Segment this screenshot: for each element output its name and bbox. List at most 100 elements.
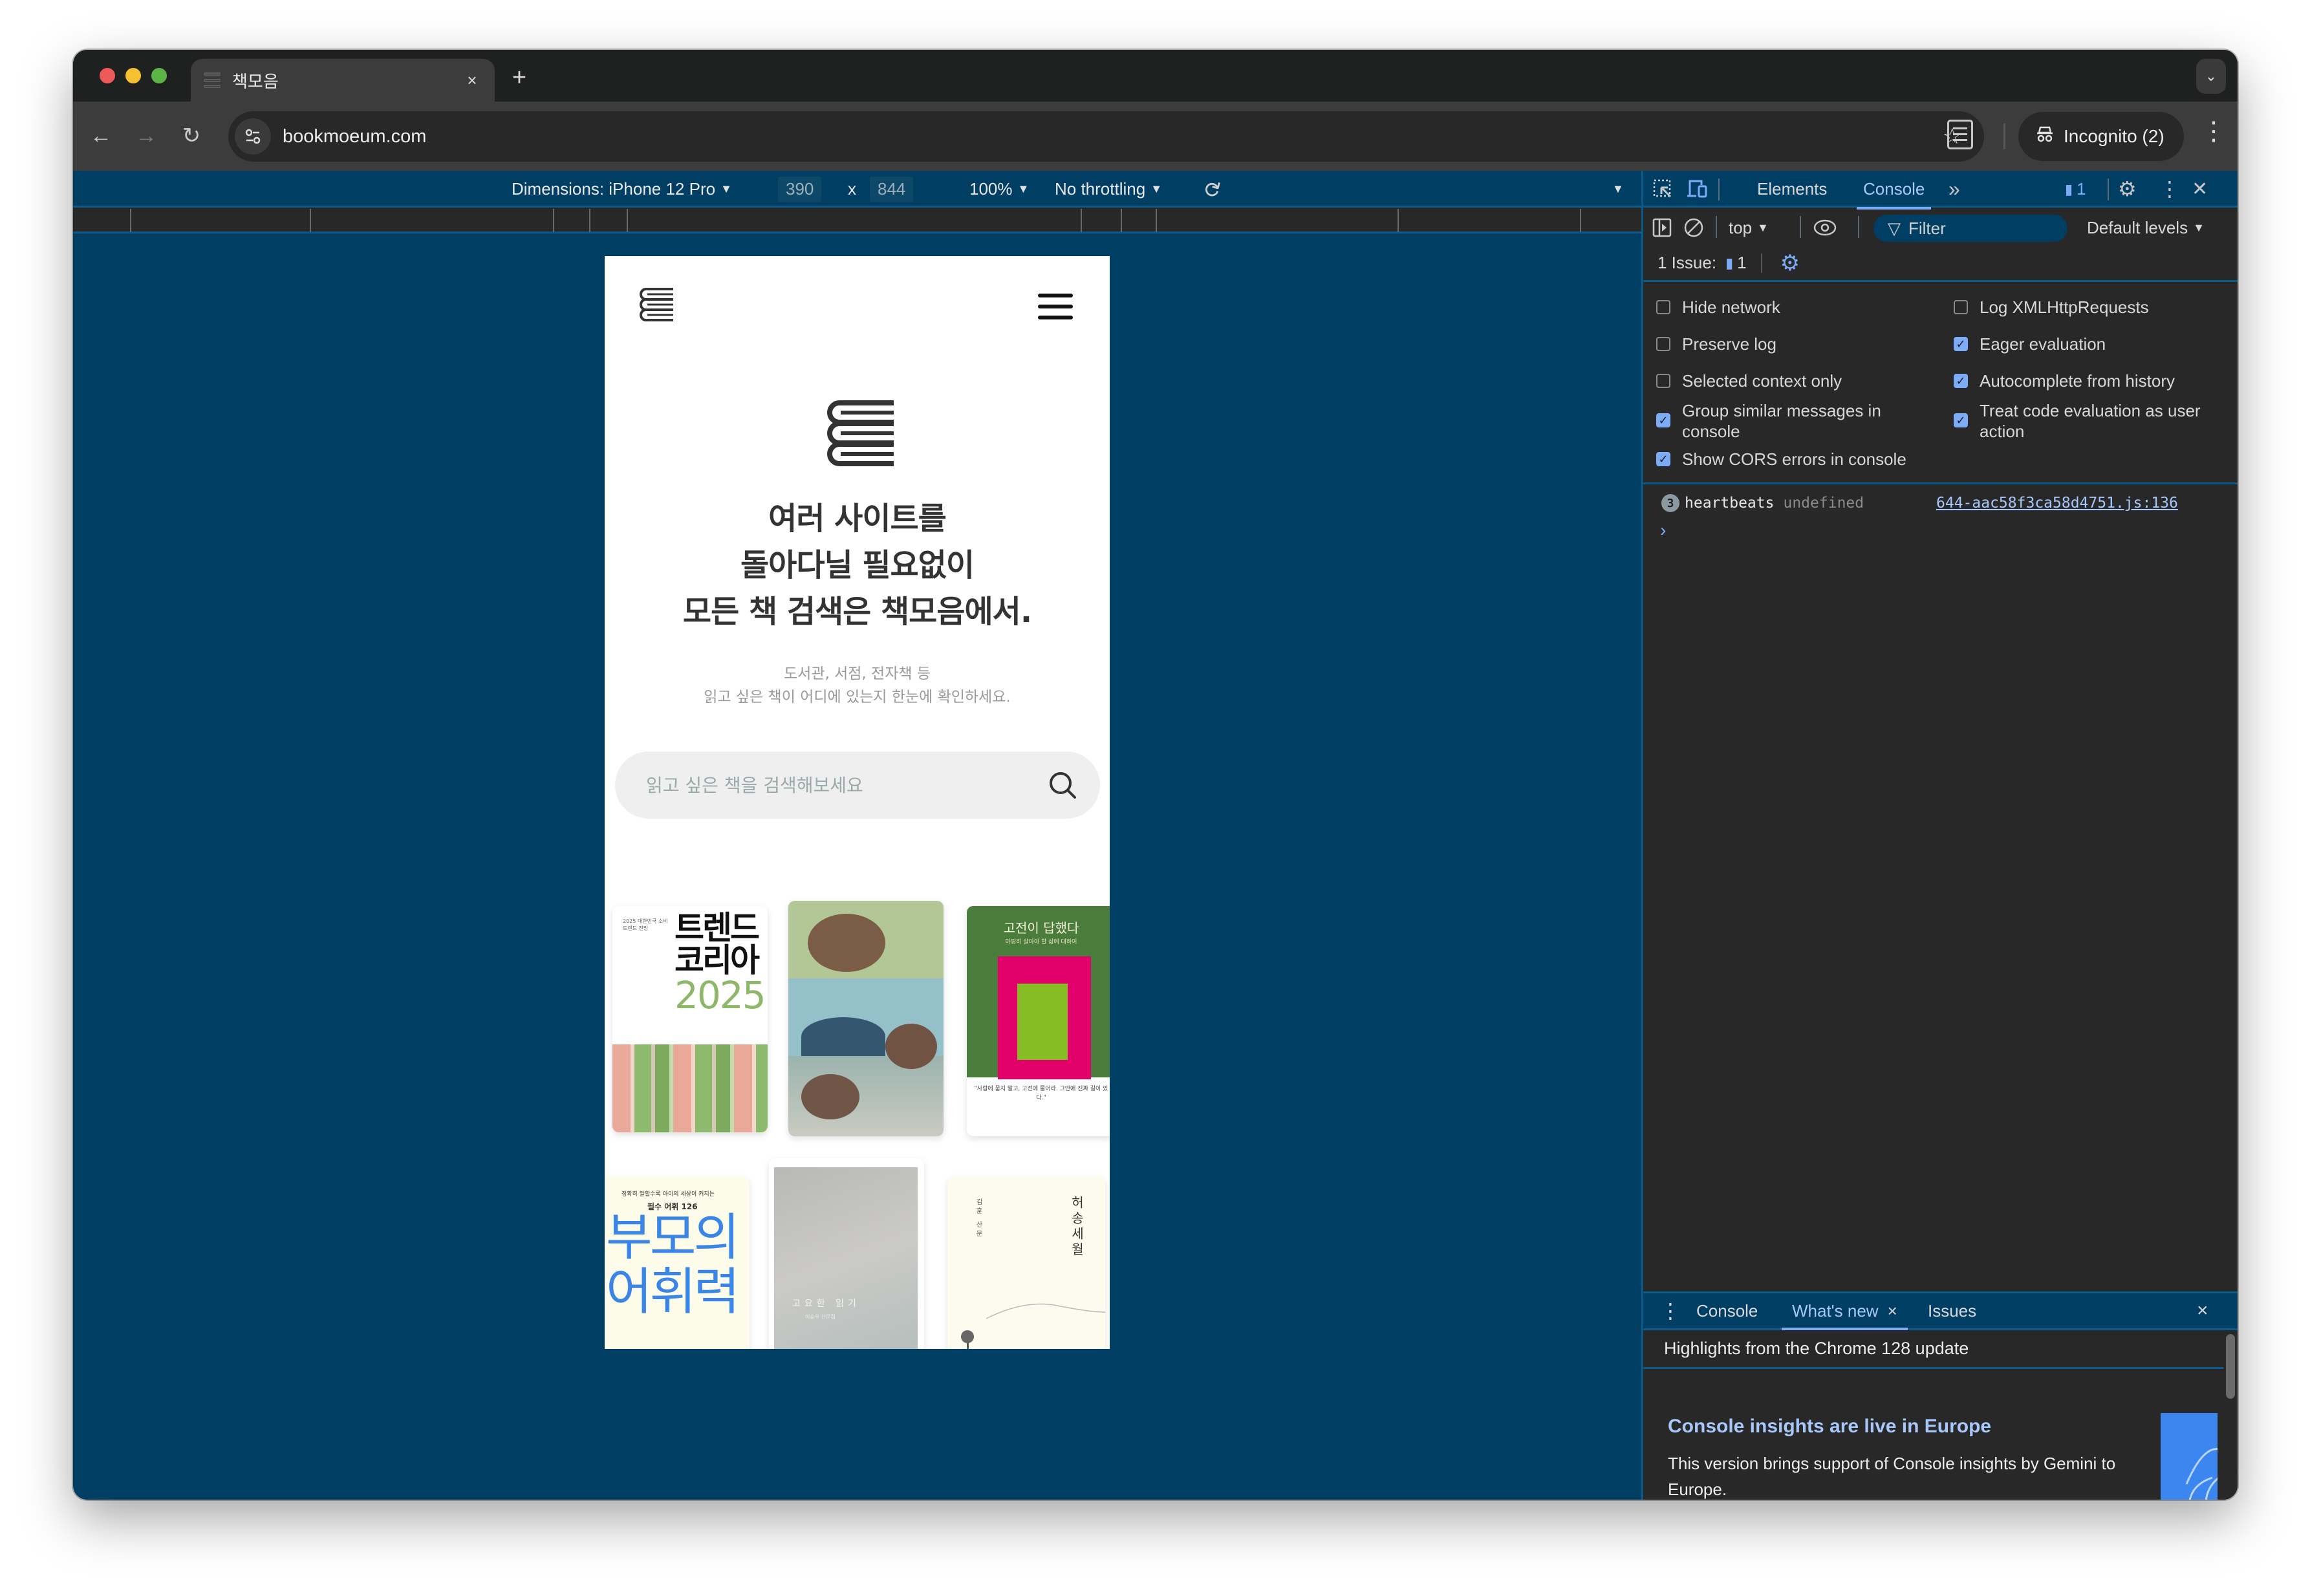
drawer-tab-issues[interactable]: Issues xyxy=(1928,1293,1976,1328)
checkbox-checked[interactable]: ✓ xyxy=(1954,374,1968,388)
tab-elements[interactable]: Elements xyxy=(1757,171,1827,208)
context-select[interactable]: top ▼ xyxy=(1729,210,1769,246)
live-expression-eye-icon[interactable] xyxy=(1813,216,1837,239)
issue-message-icon[interactable]: ▮ xyxy=(1725,255,1733,272)
checkbox-checked[interactable]: ✓ xyxy=(1656,413,1670,427)
close-window-button[interactable] xyxy=(100,68,115,83)
address-bar[interactable]: bookmoeum.com ☆ xyxy=(228,111,1984,162)
setting-label: Group similar messages in console xyxy=(1682,401,1881,441)
close-devtools-icon[interactable]: ✕ xyxy=(2192,177,2208,200)
reading-mode-icon[interactable] xyxy=(1947,120,1973,149)
bookmoeum-logo-icon[interactable] xyxy=(637,287,675,322)
incognito-button[interactable]: Incognito (2) xyxy=(2018,112,2184,161)
tab-search-button[interactable]: ⌄ xyxy=(2196,59,2226,94)
bookmoeum-hero-logo-icon xyxy=(827,400,894,466)
search-icon[interactable] xyxy=(1047,770,1078,801)
device-dimensions-select[interactable]: Dimensions: iPhone 12 Pro ▼ xyxy=(512,171,732,208)
tab-title: 책모음 xyxy=(232,71,279,91)
throttling-select[interactable]: No throttling ▼ xyxy=(1055,171,1162,208)
close-tab-icon[interactable]: × xyxy=(1888,1301,1897,1321)
media-query-ruler[interactable] xyxy=(73,208,1641,233)
book-cover-author: 김훈 산문 xyxy=(975,1198,982,1240)
url-text[interactable]: bookmoeum.com xyxy=(283,126,1943,147)
chevron-down-icon: ▼ xyxy=(1017,182,1030,195)
filter-placeholder: Filter xyxy=(1908,218,1946,238)
checkbox[interactable] xyxy=(1656,337,1670,351)
device-toggle-icon[interactable] xyxy=(1686,177,1708,200)
book-cover-vocab[interactable]: 정확히 말할수록 아이의 세상이 커지는 필수 어휘 126 부모의 어휘력 xyxy=(605,1176,750,1349)
setting-eager-evaluation[interactable]: ✓ Eager evaluation xyxy=(1954,334,2106,354)
toolbar-separator xyxy=(2108,178,2109,200)
width-input[interactable]: 390 xyxy=(778,177,822,202)
log-source-link[interactable]: 644-aac58f3ca58d4751.js:136 xyxy=(1936,495,2178,512)
hero-title-line: 모든 책 검색은 책모음에서. xyxy=(682,594,1032,630)
setting-preserve-log[interactable]: Preserve log xyxy=(1656,334,1776,354)
whats-new-heading[interactable]: Console insights are live in Europe xyxy=(1668,1416,1991,1438)
devtools-menu-icon[interactable]: ⋮ xyxy=(2159,177,2180,200)
settings-gear-icon[interactable]: ⚙ xyxy=(2118,177,2137,200)
drawer-tab-label: What's new xyxy=(1792,1300,1879,1321)
checkbox-checked[interactable]: ✓ xyxy=(1954,337,1968,351)
book-cover-huhsong[interactable]: 허송세월 김훈 산문 xyxy=(947,1176,1105,1349)
setting-hide-network[interactable]: Hide network xyxy=(1656,297,1780,318)
drawer-tab-console[interactable]: Console xyxy=(1696,1293,1758,1328)
book-cover-novel[interactable] xyxy=(788,901,944,1136)
setting-autocomplete-history[interactable]: ✓ Autocomplete from history xyxy=(1954,371,2175,391)
drawer-tab-whats-new[interactable]: What's new × xyxy=(1782,1293,1908,1330)
issues-counter-button[interactable]: ▮ 1 xyxy=(2065,171,2086,208)
more-options-caret-icon[interactable]: ▼ xyxy=(1612,182,1624,196)
minimize-window-button[interactable] xyxy=(125,68,141,83)
book-cover-quote: "사람에 묻지 말고, 고전에 물어라. 그안에 진짜 길이 있다." xyxy=(974,1086,1108,1101)
sidebar-toggle-icon[interactable] xyxy=(1652,216,1672,239)
browser-toolbar: ← → ↻ bookmoeum.com ☆ Incognito (2) ⋮ xyxy=(73,102,2238,171)
tab-strip: 책모음 × + ⌄ xyxy=(73,50,2238,102)
browser-tab[interactable]: 책모음 × xyxy=(191,59,495,102)
book-cover-trend-korea[interactable]: 2025 대한민국 소비트렌드 전망 트렌드 코리아 2025 xyxy=(612,906,768,1132)
checkbox-checked[interactable]: ✓ xyxy=(1954,413,1968,427)
book-cover-illustration xyxy=(801,1017,885,1056)
setting-group-similar[interactable]: ✓ Group similar messages in console xyxy=(1656,400,1928,442)
inspect-element-icon[interactable] xyxy=(1652,177,1673,200)
log-levels-label: Default levels xyxy=(2087,217,2188,237)
checkbox[interactable] xyxy=(1954,300,1968,314)
reload-icon[interactable]: ↻ xyxy=(177,121,206,151)
toolbar-separator xyxy=(1858,216,1859,238)
book-cover-quiet-reading[interactable]: 고요한 읽기 이승우 산문집 xyxy=(769,1158,924,1349)
forward-icon[interactable]: → xyxy=(131,121,161,151)
log-levels-select[interactable]: Default levels ▼ xyxy=(2087,210,2205,246)
dimension-times: x xyxy=(848,179,856,199)
drawer-scrollbar[interactable] xyxy=(2226,1334,2235,1399)
tab-close-icon[interactable]: × xyxy=(462,70,482,91)
console-filter-input[interactable]: ▽ Filter xyxy=(1873,215,2067,242)
console-settings-gear-icon[interactable]: ⚙ xyxy=(1780,250,1800,276)
setting-treat-code-eval[interactable]: ✓ Treat code evaluation as user action xyxy=(1954,400,2225,442)
setting-log-xhr[interactable]: Log XMLHttpRequests xyxy=(1954,297,2149,318)
hamburger-menu-icon[interactable] xyxy=(1038,294,1073,319)
clear-console-icon[interactable] xyxy=(1683,216,1704,239)
filter-funnel-icon: ▽ xyxy=(1888,218,1901,238)
drawer-menu-icon[interactable]: ⋮ xyxy=(1660,1293,1681,1328)
more-tabs-icon[interactable]: » xyxy=(1948,171,1960,208)
setting-show-cors[interactable]: ✓ Show CORS errors in console xyxy=(1656,449,1906,469)
setting-selected-context[interactable]: Selected context only xyxy=(1656,371,1842,391)
toolbar-separator xyxy=(1716,216,1717,238)
console-prompt[interactable]: › xyxy=(1660,520,1666,541)
book-cover-gojeon[interactable]: 고전이 답했다 마땅히 살아야 할 삶에 대하여 "사람에 묻지 말고, 고전에… xyxy=(967,906,1110,1136)
book-search-input[interactable] xyxy=(646,774,1047,796)
checkbox[interactable] xyxy=(1656,300,1670,314)
close-drawer-icon[interactable]: × xyxy=(2197,1293,2208,1328)
chrome-menu-icon[interactable]: ⋮ xyxy=(2201,118,2227,144)
zoom-select[interactable]: 100% ▼ xyxy=(969,171,1029,208)
new-tab-button[interactable]: + xyxy=(506,64,532,92)
log-key: heartbeats xyxy=(1685,495,1775,512)
rotate-icon[interactable]: ⟳ xyxy=(1200,173,1229,205)
checkbox-checked[interactable]: ✓ xyxy=(1656,452,1670,466)
checkbox[interactable] xyxy=(1656,374,1670,388)
tab-console[interactable]: Console xyxy=(1856,171,1932,210)
site-info-icon[interactable] xyxy=(235,118,271,155)
back-icon[interactable]: ← xyxy=(86,121,116,151)
height-input[interactable]: 844 xyxy=(870,177,914,202)
issues-bar-count[interactable]: 1 xyxy=(1737,253,1746,273)
maximize-window-button[interactable] xyxy=(151,68,167,83)
toolbar-separator xyxy=(1800,216,1801,238)
